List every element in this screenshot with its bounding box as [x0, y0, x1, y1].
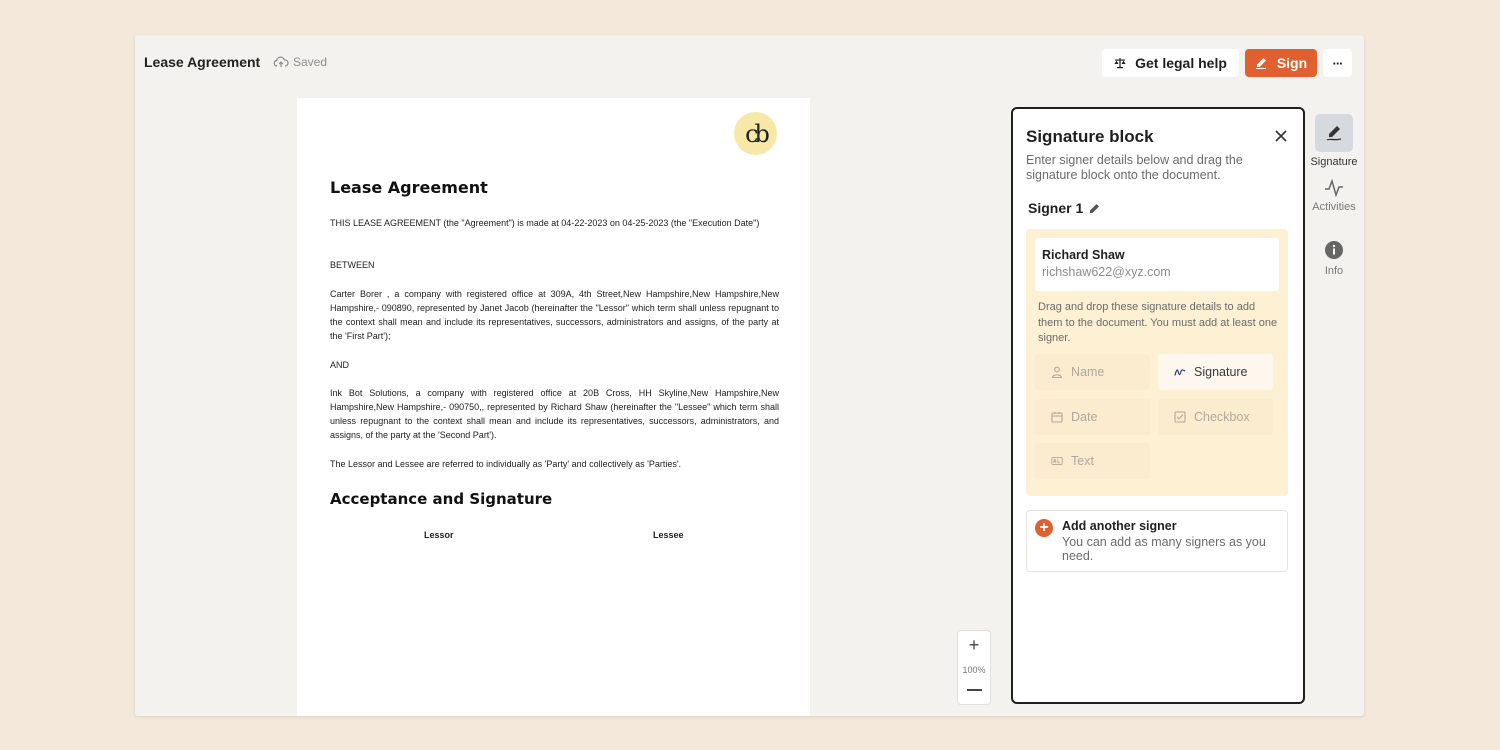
- signer-details-box[interactable]: Richard Shaw richshaw622@xyz.com Drag an…: [1026, 229, 1288, 496]
- text-field-icon: [1051, 457, 1063, 465]
- rail-activities-label: Activities: [1312, 201, 1356, 213]
- signer-email: richshaw622@xyz.com: [1042, 265, 1171, 279]
- zoom-level: 100%: [962, 665, 986, 675]
- document-heading: Lease Agreement: [330, 178, 488, 197]
- rail-tab-signature[interactable]: Signature: [1309, 114, 1359, 168]
- signature-pen-icon: [1326, 126, 1342, 141]
- signature-scribble-icon: [1174, 369, 1186, 376]
- calendar-icon: [1051, 412, 1063, 423]
- close-icon[interactable]: [1274, 129, 1288, 143]
- person-icon: [1051, 366, 1063, 378]
- rail-tab-info[interactable]: Info: [1309, 240, 1359, 277]
- plus-circle-icon: +: [1035, 519, 1053, 537]
- zoom-control: + 100%: [957, 630, 991, 705]
- signature-field-block[interactable]: Signature: [1158, 354, 1273, 390]
- lessee-paragraph: Ink Bot Solutions, a company with regist…: [330, 388, 779, 440]
- drag-hint: Drag and drop these signature details to…: [1038, 301, 1278, 344]
- zoom-in-button[interactable]: +: [958, 635, 990, 656]
- more-options-button[interactable]: ···: [1323, 49, 1352, 77]
- text-field-block[interactable]: Text: [1035, 443, 1150, 479]
- info-icon: [1325, 241, 1343, 259]
- saved-label: Saved: [293, 55, 328, 69]
- edit-icon[interactable]: [1089, 203, 1100, 214]
- add-signer-title: Add another signer: [1062, 519, 1177, 533]
- get-legal-help-label: Get legal help: [1135, 55, 1227, 71]
- company-logo: cb: [734, 112, 777, 155]
- panel-title: Signature block: [1026, 127, 1154, 146]
- signature-field-label: Signature: [1194, 365, 1248, 379]
- signature-block-panel: Signature block Enter signer details bel…: [1011, 107, 1305, 704]
- text-field-label: Text: [1071, 454, 1094, 468]
- cloud-upload-icon: [273, 56, 289, 67]
- sign-button[interactable]: Sign: [1245, 49, 1317, 77]
- rail-signature-button[interactable]: [1315, 114, 1353, 152]
- rail-info-label: Info: [1324, 265, 1344, 277]
- scales-icon: [1114, 58, 1126, 69]
- agreement-paragraph: THIS LEASE AGREEMENT (the "Agreement") i…: [330, 218, 760, 228]
- date-field-label: Date: [1071, 410, 1098, 424]
- signer-label: Signer 1: [1028, 200, 1084, 216]
- checkbox-field-label: Checkbox: [1194, 410, 1250, 424]
- zoom-out-button[interactable]: [967, 689, 982, 691]
- document-title[interactable]: Lease Agreement: [144, 54, 260, 70]
- signer-name: Richard Shaw: [1042, 248, 1125, 262]
- between-text: BETWEEN: [330, 260, 375, 270]
- acceptance-heading: Acceptance and Signature: [330, 490, 553, 508]
- app-window: Lease Agreement Saved Get legal help Sig…: [135, 35, 1364, 716]
- pen-icon: [1255, 58, 1266, 69]
- add-another-signer-button[interactable]: + Add another signer You can add as many…: [1026, 510, 1288, 572]
- name-field-block[interactable]: Name: [1035, 354, 1150, 390]
- get-legal-help-button[interactable]: Get legal help: [1102, 49, 1239, 77]
- rail-tab-activities[interactable]: Activities: [1309, 178, 1359, 213]
- checkbox-field-block[interactable]: Checkbox: [1158, 399, 1273, 435]
- lessee-label: Lessee: [653, 530, 684, 540]
- add-signer-subtitle: You can add as many signers as you need.: [1062, 535, 1266, 563]
- rail-signature-label: Signature: [1310, 156, 1358, 168]
- lessor-label: Lessor: [424, 530, 454, 540]
- document-page[interactable]: cb Lease Agreement THIS LEASE AGREEMENT …: [297, 98, 810, 716]
- name-field-label: Name: [1071, 365, 1105, 379]
- date-field-block[interactable]: Date: [1035, 399, 1150, 435]
- lessor-paragraph: Carter Borer , a company with registered…: [330, 289, 779, 341]
- saved-status: Saved: [273, 55, 327, 69]
- parties-paragraph: The Lessor and Lessee are referred to in…: [330, 459, 682, 469]
- checkbox-icon: [1174, 411, 1186, 423]
- panel-subtitle: Enter signer details below and drag the …: [1026, 153, 1243, 182]
- sign-label: Sign: [1276, 55, 1308, 71]
- and-text: AND: [330, 360, 350, 370]
- signer-heading: Signer 1: [1028, 200, 1100, 216]
- activity-pulse-icon: [1325, 178, 1343, 198]
- signer-card[interactable]: Richard Shaw richshaw622@xyz.com: [1035, 238, 1279, 291]
